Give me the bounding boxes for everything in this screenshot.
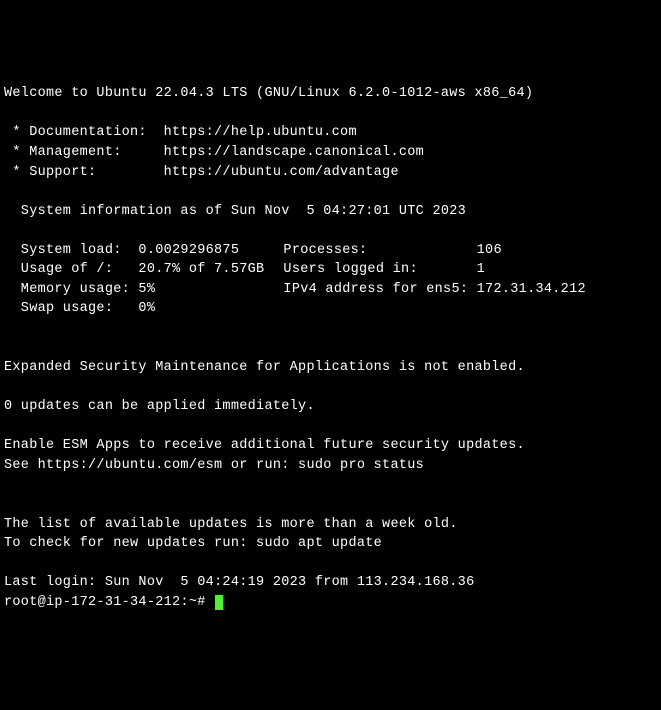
swap-usage-value: 0% [138, 301, 155, 316]
swap-usage-label: Swap usage: [4, 301, 138, 316]
ipv4-value: 172.31.34.212 [477, 282, 586, 297]
updates-notice: 0 updates can be applied immediately. [4, 399, 315, 414]
system-load-label: System load: [4, 243, 138, 258]
stale-updates-line1: The list of available updates is more th… [4, 517, 458, 532]
mgmt-link-url: https://landscape.canonical.com [164, 145, 424, 160]
last-login: Last login: Sun Nov 5 04:24:19 2023 from… [4, 575, 474, 590]
processes-label: Processes: [283, 243, 476, 258]
memory-usage-label: Memory usage: [4, 282, 138, 297]
memory-usage-value: 5% [138, 280, 283, 300]
esm-enable-line2: See https://ubuntu.com/esm or run: sudo … [4, 458, 424, 473]
sysinfo-header: System information as of Sun Nov 5 04:27… [4, 204, 466, 219]
mgmt-link-label: * Management: [4, 145, 164, 160]
disk-usage-label: Usage of /: [4, 262, 138, 277]
disk-usage-value: 20.7% of 7.57GB [138, 260, 283, 280]
shell-prompt[interactable]: root@ip-172-31-34-212:~# [4, 595, 214, 610]
ipv4-label: IPv4 address for ens5: [283, 282, 476, 297]
doc-link-label: * Documentation: [4, 125, 164, 140]
support-link-url: https://ubuntu.com/advantage [164, 165, 399, 180]
doc-link-url: https://help.ubuntu.com [164, 125, 357, 140]
cursor-icon [215, 595, 223, 610]
esm-enable-line1: Enable ESM Apps to receive additional fu… [4, 438, 525, 453]
terminal-output: Welcome to Ubuntu 22.04.3 LTS (GNU/Linux… [4, 84, 657, 612]
users-value: 1 [477, 262, 485, 277]
system-load-value: 0.0029296875 [138, 241, 283, 261]
stale-updates-line2: To check for new updates run: sudo apt u… [4, 536, 382, 551]
processes-value: 106 [477, 243, 502, 258]
support-link-label: * Support: [4, 165, 164, 180]
users-label: Users logged in: [283, 262, 476, 277]
welcome-line: Welcome to Ubuntu 22.04.3 LTS (GNU/Linux… [4, 86, 533, 101]
esm-notice: Expanded Security Maintenance for Applic… [4, 360, 525, 375]
